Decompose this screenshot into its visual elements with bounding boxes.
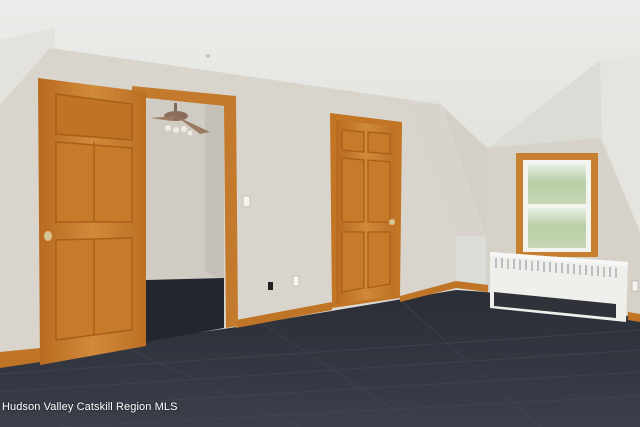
door-knob[interactable] xyxy=(44,231,52,241)
outlet xyxy=(631,280,639,292)
room-photo: Hudson Valley Catskill Region MLS xyxy=(0,0,640,427)
light-switch[interactable] xyxy=(242,195,251,208)
closet-side-wall xyxy=(205,104,224,280)
door-knob[interactable] xyxy=(389,219,395,225)
watermark-text: Hudson Valley Catskill Region MLS xyxy=(2,401,178,413)
closet-doorway[interactable] xyxy=(132,86,238,342)
cable-box xyxy=(268,282,273,290)
room-illustration xyxy=(0,0,640,427)
ceiling-light-fixture xyxy=(206,54,210,58)
left-door[interactable] xyxy=(38,78,146,365)
window[interactable] xyxy=(516,153,598,257)
right-door[interactable] xyxy=(330,113,402,308)
outlet xyxy=(292,275,300,287)
